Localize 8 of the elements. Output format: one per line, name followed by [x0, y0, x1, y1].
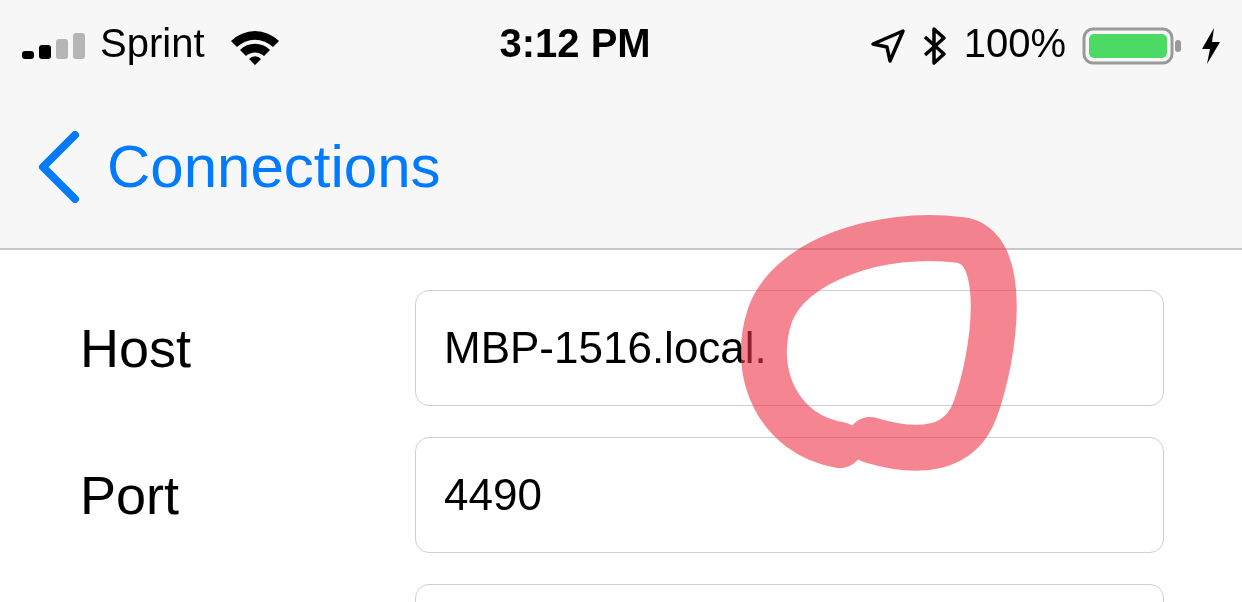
- field-label: Port: [80, 464, 181, 527]
- field-label: Host: [80, 317, 193, 380]
- status-time: 3:12 PM: [499, 19, 651, 67]
- text-field[interactable]: MBP-1516.local.: [415, 290, 1164, 406]
- carrier-name: Sprint: [100, 19, 205, 67]
- text-field[interactable]: 4490: [415, 437, 1164, 553]
- back-button[interactable]: Connections: [35, 121, 441, 212]
- battery-percent: 100%: [963, 19, 1066, 67]
